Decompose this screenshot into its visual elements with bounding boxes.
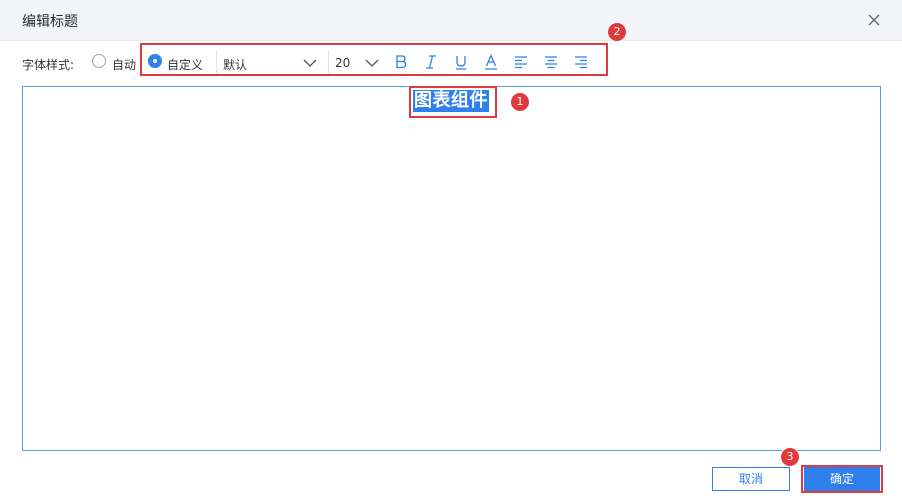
annotation-badge-2: 2 [608,23,626,41]
annotation-badge-1: 1 [511,93,529,111]
annotation-box-3 [801,465,883,493]
font-style-label: 字体样式: [22,58,75,72]
annotation-badge-3: 3 [781,448,799,466]
radio-auto[interactable] [92,54,106,68]
cancel-button[interactable]: 取消 [712,467,790,491]
radio-auto-label[interactable]: 自动 [112,56,136,73]
dialog-title: 编辑标题 [22,14,78,30]
annotation-box-1 [409,86,497,118]
title-editor[interactable] [22,86,881,451]
annotation-box-2 [140,43,608,76]
dialog-header: 编辑标题 [0,0,902,41]
close-icon[interactable] [864,10,884,30]
